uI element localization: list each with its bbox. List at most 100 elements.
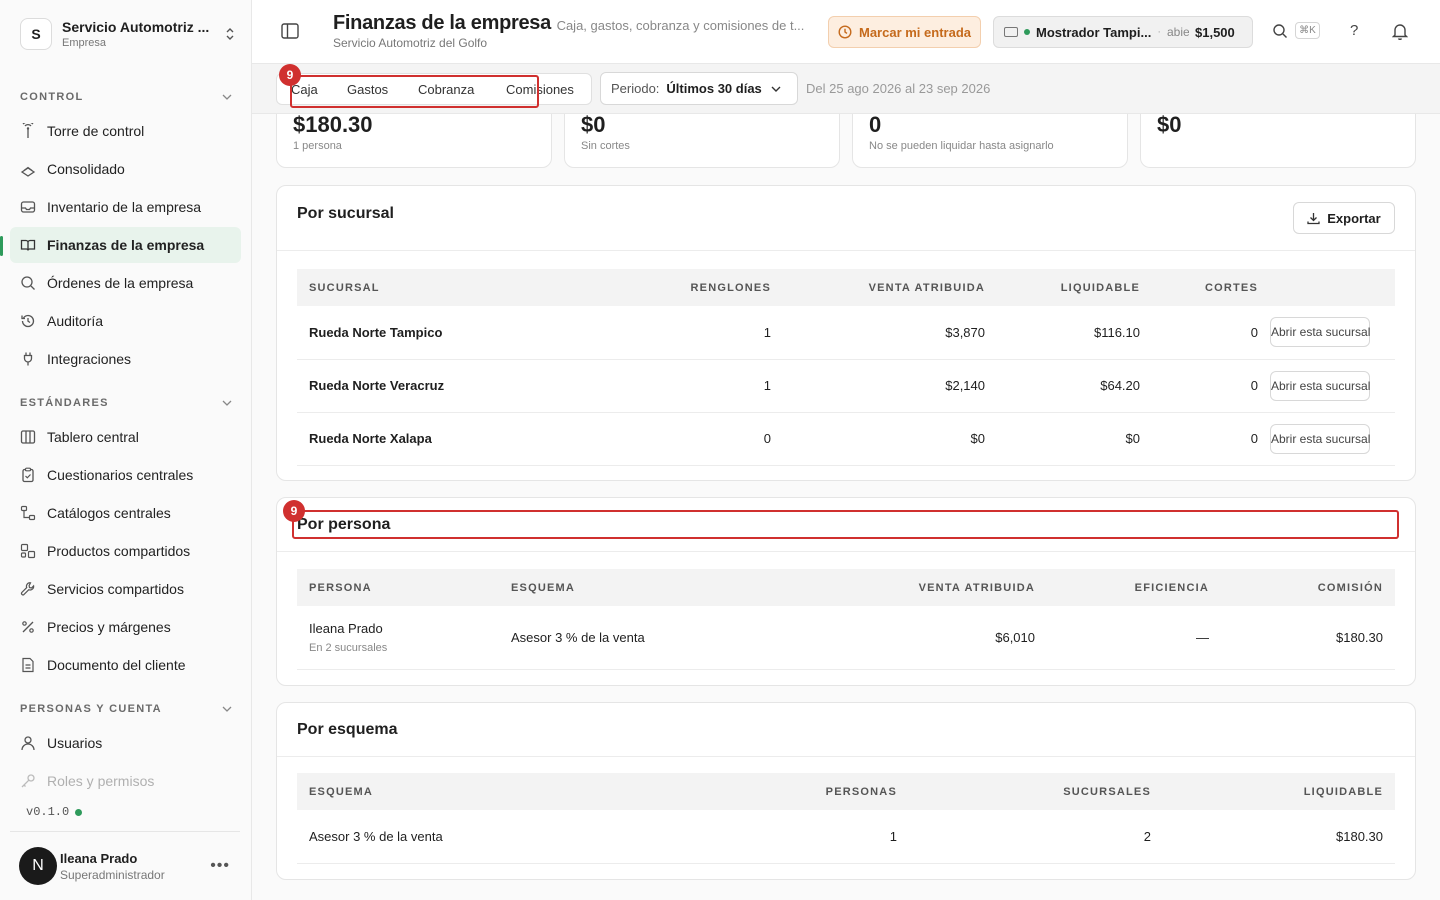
col-comision[interactable]: COMISIÓN bbox=[1221, 569, 1395, 606]
col-esquema[interactable]: ESQUEMA bbox=[499, 569, 799, 606]
sidebar-item-catalogos[interactable]: Catálogos centrales bbox=[10, 495, 241, 531]
section-estandares[interactable]: ESTÁNDARES bbox=[20, 397, 232, 409]
col-venta[interactable]: VENTA ATRIBUIDA bbox=[783, 269, 997, 306]
key-icon bbox=[20, 773, 36, 789]
col-renglones[interactable]: RENGLONES bbox=[627, 269, 783, 306]
sidebar-item-torre-de-control[interactable]: Torre de control bbox=[10, 113, 241, 149]
sidebar-item-usuarios[interactable]: Usuarios bbox=[10, 725, 241, 761]
export-button[interactable]: Exportar bbox=[1293, 202, 1395, 234]
cash-counter-button[interactable]: Mostrador Tampi... · abierta $1,500 bbox=[993, 16, 1253, 48]
sidebar-item-inventario[interactable]: Inventario de la empresa bbox=[10, 189, 241, 225]
sidebar-item-productos[interactable]: Productos compartidos bbox=[10, 533, 241, 569]
scheme-card: Por esquema ESQUEMA PERSONAS SUCURSALES … bbox=[276, 702, 1416, 880]
tab-cobranza[interactable]: Cobranza bbox=[418, 82, 474, 97]
open-branch-button[interactable]: Abrir esta sucursal bbox=[1270, 423, 1370, 454]
section-personas[interactable]: PERSONAS Y CUENTA bbox=[20, 703, 232, 715]
page-subtitle: Servicio Automotriz del Golfo bbox=[333, 36, 488, 50]
col-liquidable[interactable]: LIQUIDABLE bbox=[997, 269, 1152, 306]
sidebar-item-precios[interactable]: Precios y márgenes bbox=[10, 609, 241, 645]
app-version: v0.1.0 bbox=[26, 805, 83, 819]
history-icon bbox=[20, 313, 36, 329]
more-icon[interactable]: ••• bbox=[210, 857, 230, 875]
branch-name: Rueda Norte Tampico bbox=[297, 306, 627, 360]
branch-cuts: 0 bbox=[1152, 306, 1270, 360]
open-branch-button[interactable]: Abrir esta sucursal bbox=[1270, 317, 1370, 348]
col-liquidable[interactable]: LIQUIDABLE bbox=[1163, 773, 1395, 810]
person-scheme: Asesor 3 % de la venta bbox=[499, 606, 799, 670]
cash-icon bbox=[1004, 27, 1018, 37]
open-branch-button[interactable]: Abrir esta sucursal bbox=[1270, 370, 1370, 401]
table-header-row: PERSONA ESQUEMA VENTA ATRIBUIDA EFICIENC… bbox=[297, 569, 1395, 606]
sidebar-item-integraciones[interactable]: Integraciones bbox=[10, 341, 241, 377]
sidebar-item-label: Roles y permisos bbox=[47, 773, 155, 789]
col-persona[interactable]: PERSONA bbox=[297, 569, 499, 606]
person-efficiency: — bbox=[1047, 606, 1221, 670]
section-label: CONTROL bbox=[20, 91, 84, 103]
chevron-down-icon bbox=[771, 86, 781, 92]
highlight-person-title bbox=[292, 510, 1399, 539]
col-personas[interactable]: PERSONAS bbox=[709, 773, 909, 810]
plug-icon bbox=[20, 351, 36, 367]
sidebar-item-finanzas[interactable]: Finanzas de la empresa bbox=[10, 227, 241, 263]
workspace-switcher[interactable]: S Servicio Automotriz ... Empresa bbox=[20, 15, 236, 53]
sidebar-item-documento[interactable]: Documento del cliente bbox=[10, 647, 241, 683]
sidebar-item-servicios[interactable]: Servicios compartidos bbox=[10, 571, 241, 607]
layers-icon bbox=[20, 161, 36, 177]
sidebar-item-tablero-central[interactable]: Tablero central bbox=[10, 419, 241, 455]
inbox-icon bbox=[20, 199, 36, 215]
sidebar-toggle-icon[interactable] bbox=[281, 23, 299, 39]
chevron-down-icon bbox=[222, 400, 232, 406]
sidebar-item-roles[interactable]: Roles y permisos bbox=[10, 763, 241, 799]
download-icon bbox=[1307, 212, 1320, 224]
scheme-branches: 2 bbox=[909, 810, 1163, 864]
col-sucursal[interactable]: SUCURSAL bbox=[297, 269, 627, 306]
section-label: PERSONAS Y CUENTA bbox=[20, 703, 162, 715]
period-select[interactable]: Periodo: Últimos 30 días bbox=[600, 72, 798, 105]
sidebar-item-label: Órdenes de la empresa bbox=[47, 275, 194, 291]
person-sales: $6,010 bbox=[799, 606, 1047, 670]
sidebar-item-cuestionarios[interactable]: Cuestionarios centrales bbox=[10, 457, 241, 493]
tab-gastos[interactable]: Gastos bbox=[347, 82, 388, 97]
search-icon[interactable] bbox=[1272, 23, 1288, 39]
tower-icon bbox=[20, 123, 36, 139]
chevron-down-icon bbox=[222, 94, 232, 100]
branch-name: Rueda Norte Xalapa bbox=[297, 412, 627, 466]
col-esquema[interactable]: ESQUEMA bbox=[297, 773, 709, 810]
table-row: Ileana Prado En 2 sucursales Asesor 3 % … bbox=[297, 606, 1395, 670]
document-icon bbox=[20, 657, 36, 673]
scheme-name: Asesor 3 % de la venta bbox=[297, 810, 709, 864]
person-commission: $180.30 bbox=[1221, 606, 1395, 670]
table-row: Rueda Norte Xalapa 0 $0 $0 0 Abrir esta … bbox=[297, 412, 1395, 466]
tab-comisiones[interactable]: Comisiones bbox=[506, 82, 574, 97]
counter-separator: · bbox=[1157, 26, 1161, 38]
user-profile[interactable]: N Ileana Prado Superadministrador ••• bbox=[10, 831, 240, 900]
counter-name: Mostrador Tampi... bbox=[1036, 24, 1152, 40]
table-row: Rueda Norte Tampico 1 $3,870 $116.10 0 A… bbox=[297, 306, 1395, 360]
description-text: Caja, gastos, cobranza y comisiones de t… bbox=[556, 18, 805, 33]
col-eficiencia[interactable]: EFICIENCIA bbox=[1047, 569, 1221, 606]
col-cortes[interactable]: CORTES bbox=[1152, 269, 1270, 306]
kpi-value: $0 bbox=[1157, 112, 1182, 137]
sidebar-item-ordenes[interactable]: Órdenes de la empresa bbox=[10, 265, 241, 301]
col-sucursales[interactable]: SUCURSALES bbox=[909, 773, 1163, 810]
book-icon bbox=[20, 237, 36, 253]
branch-settle: $0 bbox=[997, 412, 1152, 466]
help-button[interactable]: ? bbox=[1350, 22, 1358, 39]
branch-table: SUCURSAL RENGLONES VENTA ATRIBUIDA LIQUI… bbox=[297, 269, 1395, 466]
sidebar-item-label: Finanzas de la empresa bbox=[47, 237, 205, 253]
user-icon bbox=[20, 735, 36, 751]
sidebar-item-auditoria[interactable]: Auditoría bbox=[10, 303, 241, 339]
branch-lines: 0 bbox=[627, 412, 783, 466]
sidebar-item-consolidado[interactable]: Consolidado bbox=[10, 151, 241, 187]
bell-icon[interactable] bbox=[1392, 22, 1408, 40]
branch-settle: $116.10 bbox=[997, 306, 1152, 360]
clock-in-button[interactable]: Marcar mi entrada bbox=[828, 16, 981, 48]
divider bbox=[277, 756, 1415, 757]
workspace-avatar: S bbox=[20, 18, 52, 50]
col-venta[interactable]: VENTA ATRIBUIDA bbox=[799, 569, 1047, 606]
section-control[interactable]: CONTROL bbox=[20, 91, 232, 103]
user-name: Ileana Prado bbox=[60, 850, 138, 866]
hierarchy-icon bbox=[20, 505, 36, 521]
sidebar-item-label: Productos compartidos bbox=[47, 543, 191, 559]
workspace-name: Servicio Automotriz ... bbox=[62, 19, 210, 35]
